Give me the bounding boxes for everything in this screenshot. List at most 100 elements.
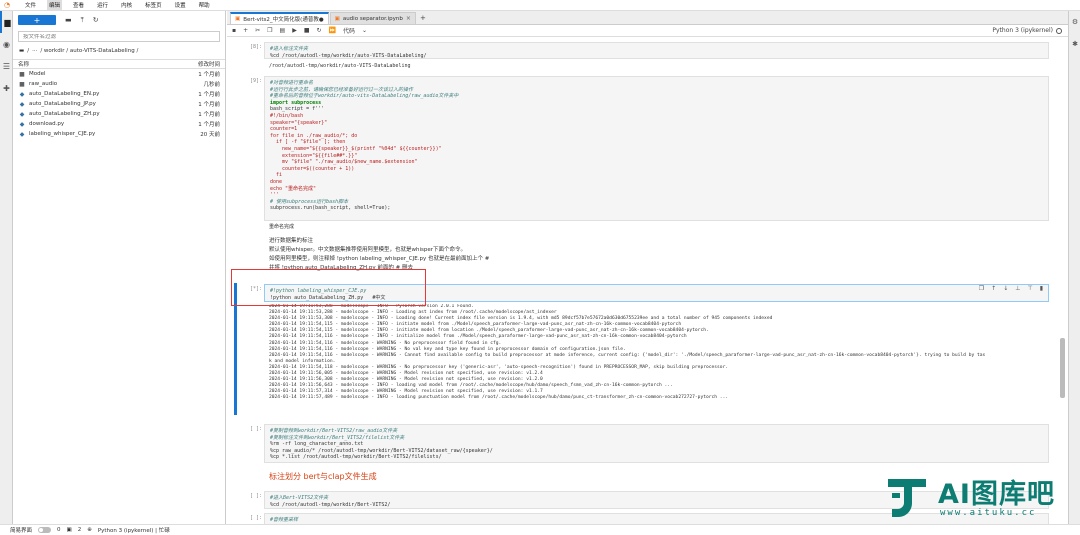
menu-edit[interactable]: 编辑 xyxy=(47,0,63,10)
code-line: subprocess.run(bash_script, shell=True); xyxy=(270,205,391,212)
file-browser-icon[interactable]: ▆ xyxy=(0,11,13,33)
move-down-icon[interactable]: ↓ xyxy=(1003,285,1008,292)
cell-prompt: [9]: xyxy=(249,78,262,84)
kernel-indicator[interactable]: Python 3 (ipykernel) xyxy=(992,27,1062,34)
terminal-count[interactable]: 0 xyxy=(57,527,61,533)
chevron-down-icon[interactable]: ⌄ xyxy=(362,27,367,34)
cut-icon[interactable]: ✂ xyxy=(255,27,260,34)
new-launcher-button[interactable]: + xyxy=(18,15,56,25)
menu-bar: ◔ 文件 编辑 查看 运行 内核 标签页 设置 帮助 xyxy=(0,0,1080,11)
file-name: auto_DataLabeling_ZH.py xyxy=(29,111,100,117)
close-icon[interactable]: × xyxy=(406,15,411,22)
python-file-icon: ◆ xyxy=(19,90,25,98)
tab-bar: ▣ Bert-vits2_中文简化版(通普教● ▣ audio separato… xyxy=(227,11,1068,25)
breadcrumb-path[interactable]: / workdir / auto-VITS-DataLabeling / xyxy=(40,48,138,54)
upload-icon[interactable]: ⤒ xyxy=(81,16,84,25)
column-modified[interactable]: 修改时间 xyxy=(198,60,220,68)
cell-input[interactable]: #对音频进行重命名 #运行行此步之前，请确保您已经准备好运行过一次该过入的操作 … xyxy=(264,76,1049,221)
menu-kernel[interactable]: 内核 xyxy=(119,0,134,10)
property-inspector-icon[interactable]: ⚙ xyxy=(1069,11,1080,33)
new-folder-icon[interactable]: ▬ xyxy=(65,16,72,24)
menu-view[interactable]: 查看 xyxy=(71,0,86,10)
menu-help[interactable]: 帮助 xyxy=(197,0,212,10)
breadcrumb-ellipsis[interactable]: ··· xyxy=(32,48,37,54)
file-row[interactable]: ◆ auto_DataLabeling_JP.py 1 个月前 xyxy=(13,99,225,109)
file-name: auto_DataLabeling_JP.py xyxy=(29,101,96,107)
code-line: speaker="{speaker}" xyxy=(270,119,328,126)
file-row[interactable]: ■ Model 1 个月前 xyxy=(13,69,225,79)
watermark-logo: AI图库吧 www.aituku.cc xyxy=(880,470,1075,525)
folder-icon: ■ xyxy=(19,70,25,78)
log-line: 2024-01-14 19:11:57,314 - modelscope - W… xyxy=(269,389,543,395)
code-line: #!/bin/bash xyxy=(270,112,304,119)
file-name: Model xyxy=(29,71,46,77)
cell-input[interactable]: #进入标注文件夹 %cd /root/autodl-tmp/workdir/au… xyxy=(264,42,1049,59)
file-row[interactable]: ◆ auto_DataLabeling_ZH.py 1 个月前 xyxy=(13,109,225,119)
code-line: %cp raw_audio/* /root/autodl-tmp/workdir… xyxy=(270,447,493,454)
new-tab-button[interactable]: + xyxy=(417,12,429,24)
kernel-status[interactable]: Python 3 (ipykernel) | 忙碌 xyxy=(98,526,170,534)
file-name: auto_DataLabeling_EN.py xyxy=(29,91,100,97)
refresh-icon[interactable]: ↻ xyxy=(93,16,99,24)
kernel-count[interactable]: 2 xyxy=(78,527,82,533)
stop-icon[interactable]: ■ xyxy=(304,27,310,34)
simple-mode-toggle[interactable] xyxy=(38,527,52,533)
code-cell[interactable]: [ ]: #复制音频到workdir/Bert-VITS2/raw_audio文… xyxy=(227,423,1057,465)
debugger-icon[interactable]: ✱ xyxy=(1069,33,1080,55)
code-line: counter=1 xyxy=(270,126,298,133)
log-line: 2024-01-14 19:11:53,288 - modelscope - I… xyxy=(269,310,557,316)
python-file-icon: ◆ xyxy=(19,100,25,108)
menu-run[interactable]: 运行 xyxy=(95,0,110,10)
breadcrumb: ▬ / ··· / workdir / auto-VITS-DataLabeli… xyxy=(13,44,225,57)
table-of-contents-icon[interactable]: ☰ xyxy=(0,55,13,77)
code-cell[interactable]: [9]: #对音频进行重命名 #运行行此步之前，请确保您已经准备好运行过一次该过… xyxy=(227,74,1057,234)
file-list-header: 名称 修改时间 xyxy=(13,59,225,69)
file-row[interactable]: ◆ download.py 1 个月前 xyxy=(13,119,225,129)
file-row[interactable]: ■ raw_audio 几秒前 xyxy=(13,79,225,89)
terminal-icon: ▣ xyxy=(66,527,72,533)
code-line: #进入标注文件夹 xyxy=(270,46,309,52)
folder-icon: ■ xyxy=(19,80,25,88)
file-modified: 几秒前 xyxy=(203,82,220,88)
run-icon[interactable]: ▶ xyxy=(292,27,297,34)
save-icon[interactable]: ▪ xyxy=(232,27,236,34)
restart-icon[interactable]: ↻ xyxy=(317,27,322,34)
code-line: %cd /root/autodl-tmp/workdir/Bert-VITS2/ xyxy=(270,501,391,508)
log-line: 2024-01-14 19:11:57,489 - modelscope - I… xyxy=(269,395,729,401)
file-row[interactable]: ◆ auto_DataLabeling_EN.py 1 个月前 xyxy=(13,89,225,99)
menu-settings[interactable]: 设置 xyxy=(173,0,188,10)
cell-prompt: [ ]: xyxy=(249,493,262,499)
notebook-icon: ▣ xyxy=(334,15,340,22)
extensions-icon[interactable]: ✚ xyxy=(0,77,13,99)
menu-file[interactable]: 文件 xyxy=(23,0,38,10)
menu-tabs[interactable]: 标签页 xyxy=(143,0,164,10)
code-line: counter=$((counter + 1)) xyxy=(270,165,355,172)
log-line: 2024-01-14 19:11:54,116 - modelscope - W… xyxy=(269,340,502,346)
watermark-title: AI图库吧 xyxy=(938,479,1055,510)
code-line: if [ -f "$file" ]; then xyxy=(270,139,346,146)
insert-above-icon[interactable]: ⊥ xyxy=(1015,285,1020,292)
breadcrumb-root[interactable]: / xyxy=(27,48,29,54)
cell-type-select[interactable]: 代码 xyxy=(343,26,355,35)
log-line: 2024-01-14 19:11:54,116 - modelscope - W… xyxy=(269,346,626,352)
tab-audio-separator[interactable]: ▣ audio separator.ipynb × xyxy=(329,12,416,24)
insert-below-icon[interactable]: ⊤ xyxy=(1027,285,1032,292)
file-filter-input[interactable] xyxy=(23,33,219,40)
markdown-cell[interactable]: 进行数据集的标注 默认使用whisper。中文数据集推荐使用阿里模型，也就是wh… xyxy=(269,237,489,273)
insert-cell-icon[interactable]: + xyxy=(243,27,248,34)
code-line: bash_script = f''' xyxy=(270,106,325,113)
file-row[interactable]: ◆ labeling_whisper_CJE.py 20 天前 xyxy=(13,129,225,139)
paste-icon[interactable]: ▤ xyxy=(280,27,286,34)
duplicate-icon[interactable]: ❐ xyxy=(979,285,984,292)
tab-bert-vits2-notebook[interactable]: ▣ Bert-vits2_中文简化版(通普教● xyxy=(230,12,329,24)
code-cell[interactable]: [8]: #进入标注文件夹 %cd /root/autodl-tmp/workd… xyxy=(227,40,1057,72)
file-filter[interactable] xyxy=(18,31,220,42)
cell-input[interactable]: #复制音频到workdir/Bert-VITS2/raw_audio文件夹 #复… xyxy=(264,424,1049,463)
copy-icon[interactable]: ❐ xyxy=(267,27,272,34)
restart-run-all-icon[interactable]: ⏩ xyxy=(329,27,336,34)
move-up-icon[interactable]: ↑ xyxy=(991,285,996,292)
vertical-scrollbar[interactable] xyxy=(1060,338,1065,398)
delete-icon[interactable]: ▮ xyxy=(1040,285,1043,292)
running-kernels-icon[interactable]: ◉ xyxy=(0,33,13,55)
column-name[interactable]: 名称 xyxy=(18,60,29,68)
